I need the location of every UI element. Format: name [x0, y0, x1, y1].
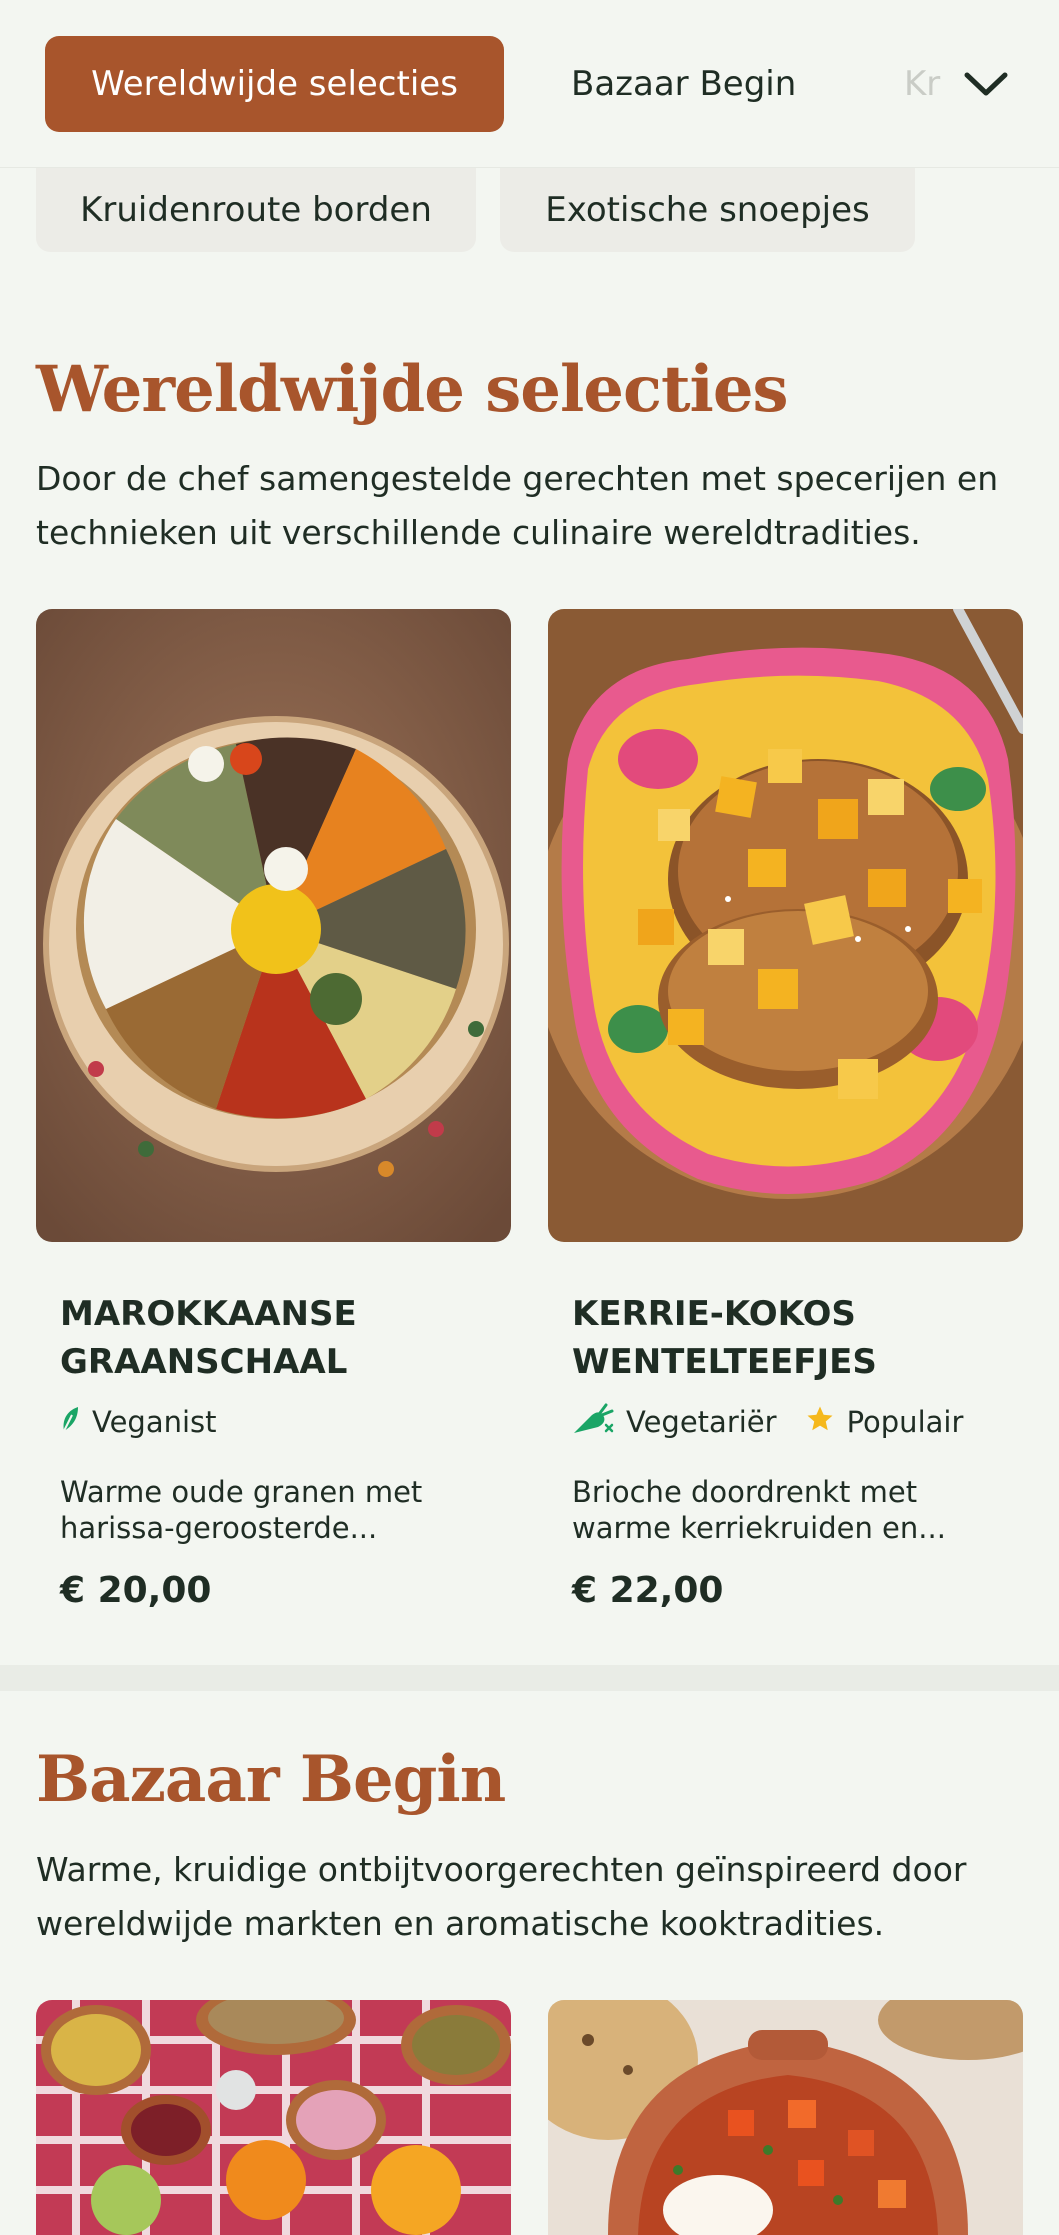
star-icon [805, 1404, 835, 1441]
chip-kruidenroute-borden[interactable]: Kruidenroute borden [36, 168, 476, 252]
card-tags: Veganist [60, 1402, 235, 1442]
carrot-icon [572, 1401, 614, 1444]
leaf-icon [60, 1405, 80, 1440]
tag-label: Populair [846, 1405, 964, 1439]
card-image-market[interactable] [36, 2000, 511, 2235]
tab-partial[interactable]: Kr [904, 36, 944, 132]
card-description: Warme oude granen met harissa-geroosterd… [60, 1475, 423, 1545]
tab-wereldwijde-selecties[interactable]: Wereldwijde selecties [45, 36, 504, 132]
chevron-down-icon[interactable] [961, 60, 1011, 110]
section-title: Bazaar Begin [36, 1742, 506, 1817]
tab-bazaar-begin[interactable]: Bazaar Begin [571, 36, 796, 132]
tag-popular: Populair [805, 1404, 964, 1441]
card-title[interactable]: MAROKKAANSE GRAANSCHAAL [60, 1290, 500, 1386]
section-title: Wereldwijde selecties [36, 352, 789, 427]
card-description: Brioche doordrenkt met warme kerriekruid… [572, 1475, 946, 1545]
category-nav: Wereldwijde selecties Bazaar Begin Kr [0, 0, 1059, 168]
section-description: Door de chef samengestelde gerechten met… [36, 459, 999, 552]
card-image-spices[interactable] [36, 609, 511, 1242]
card-price: € 22,00 [572, 1570, 724, 1611]
card-tags: Vegetariër Populair [572, 1402, 981, 1442]
section-description: Warme, kruidige ontbijtvoorgerechten geï… [36, 1850, 967, 1943]
tag-label: Vegetariër [626, 1405, 777, 1439]
tag-vegan: Veganist [60, 1405, 217, 1440]
tag-vegetarian: Vegetariër [572, 1401, 777, 1444]
card-image-french-toast[interactable] [548, 609, 1023, 1242]
card-price: € 20,00 [60, 1570, 212, 1611]
card-title[interactable]: KERRIE-KOKOS WENTELTEEFJES [572, 1290, 1012, 1386]
card-image-shakshuka[interactable] [548, 2000, 1023, 2235]
section-divider [0, 1665, 1059, 1691]
chip-exotische-snoepjes[interactable]: Exotische snoepjes [500, 168, 915, 252]
tag-label: Veganist [92, 1405, 217, 1439]
